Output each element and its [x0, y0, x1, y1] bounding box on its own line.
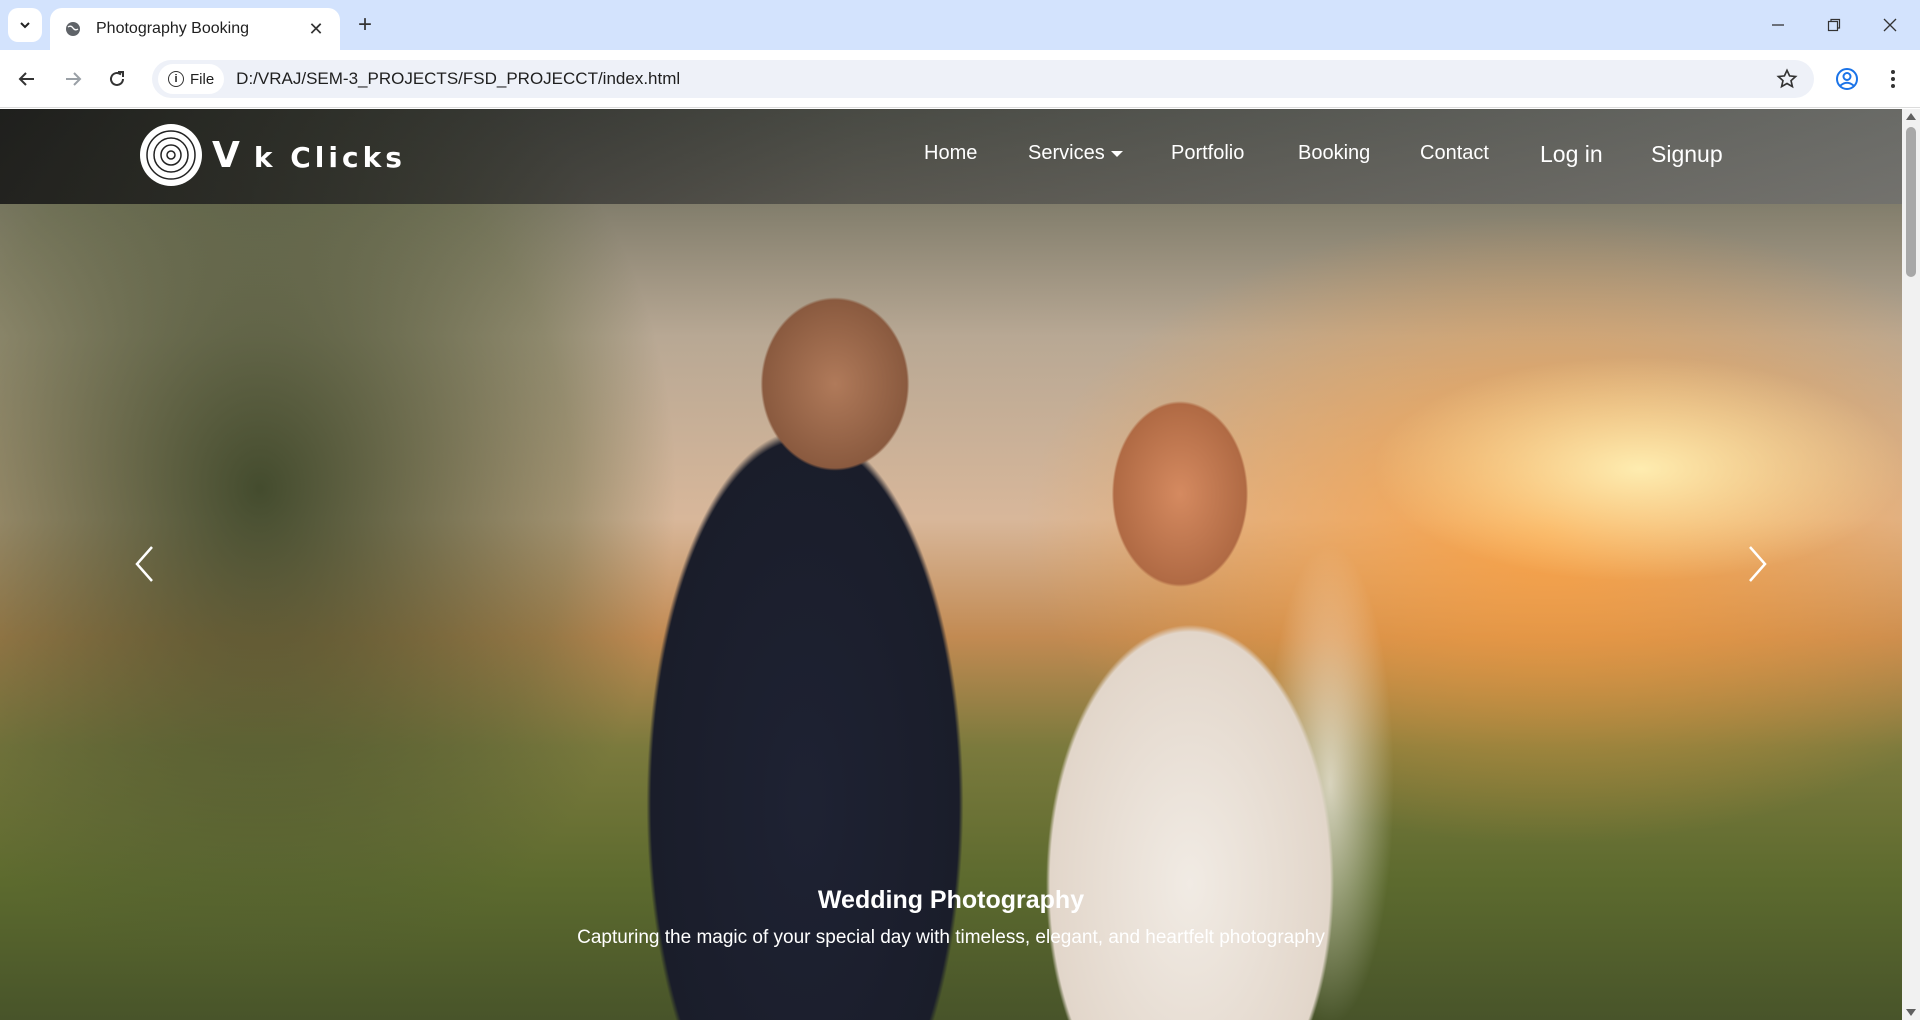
address-bar[interactable]: i File D:/VRAJ/SEM-3_PROJECTS/FSD_PROJEC… — [152, 60, 1814, 98]
site-navbar: V k Clicks Home Services Portfolio Booki… — [0, 109, 1902, 204]
tab-search-button[interactable] — [8, 8, 42, 42]
restore-icon[interactable] — [1814, 10, 1854, 40]
nav-portfolio[interactable]: Portfolio — [1171, 142, 1244, 165]
close-icon[interactable]: ✕ — [306, 19, 326, 39]
browser-toolbar: i File D:/VRAJ/SEM-3_PROJECTS/FSD_PROJEC… — [0, 50, 1920, 108]
carousel-next-button[interactable] — [1738, 539, 1778, 589]
scroll-up-arrow-icon[interactable] — [1906, 113, 1916, 120]
logo-brand-name: k Clicks — [253, 140, 406, 174]
chevron-right-icon — [1749, 546, 1767, 582]
page-scrollbar[interactable] — [1902, 109, 1920, 1020]
caret-down-icon — [1110, 150, 1123, 157]
forward-icon[interactable] — [58, 64, 88, 94]
site-info-chip[interactable]: i File — [158, 64, 225, 94]
info-icon: i — [168, 71, 184, 87]
minimize-icon[interactable] — [1758, 10, 1798, 40]
logo-letter: V — [212, 134, 240, 176]
nav-home[interactable]: Home — [924, 142, 977, 165]
url-text[interactable]: D:/VRAJ/SEM-3_PROJECTS/FSD_PROJECCT/inde… — [236, 69, 680, 89]
site-logo[interactable]: V k Clicks — [140, 124, 406, 186]
nav-booking[interactable]: Booking — [1298, 142, 1370, 165]
scrollbar-thumb[interactable] — [1906, 127, 1916, 277]
nav-login[interactable]: Log in — [1540, 141, 1603, 168]
kebab-menu-icon[interactable] — [1878, 64, 1908, 94]
star-icon[interactable] — [1776, 68, 1798, 95]
browser-tab-bar: Photography Booking ✕ + — [0, 0, 1920, 50]
nav-contact[interactable]: Contact — [1420, 142, 1489, 165]
chevron-left-icon — [135, 546, 153, 582]
reload-icon[interactable] — [102, 64, 132, 94]
plus-icon[interactable]: + — [352, 11, 378, 38]
nav-services-label: Services — [1028, 142, 1105, 164]
camera-lens-icon — [140, 124, 202, 186]
globe-icon — [64, 20, 82, 38]
nav-services[interactable]: Services — [1028, 142, 1123, 165]
page-viewport: V k Clicks Home Services Portfolio Booki… — [0, 109, 1902, 1020]
address-chip-label: File — [190, 70, 215, 88]
tab-title: Photography Booking — [96, 20, 249, 37]
back-icon[interactable] — [12, 64, 42, 94]
profile-icon[interactable] — [1832, 64, 1862, 94]
bride-figure — [990, 324, 1410, 1020]
window-close-icon[interactable] — [1870, 10, 1910, 40]
chevron-down-icon — [20, 22, 30, 29]
browser-tab[interactable]: Photography Booking ✕ — [50, 8, 340, 50]
logo-text: V k Clicks — [212, 135, 406, 176]
carousel-caption-title: Wedding Photography — [817, 886, 1085, 914]
carousel-prev-button[interactable] — [124, 539, 164, 589]
scroll-down-arrow-icon[interactable] — [1906, 1009, 1916, 1016]
nav-signup[interactable]: Signup — [1651, 141, 1723, 168]
carousel-caption-subtitle: Capturing the magic of your special day … — [577, 927, 1325, 948]
